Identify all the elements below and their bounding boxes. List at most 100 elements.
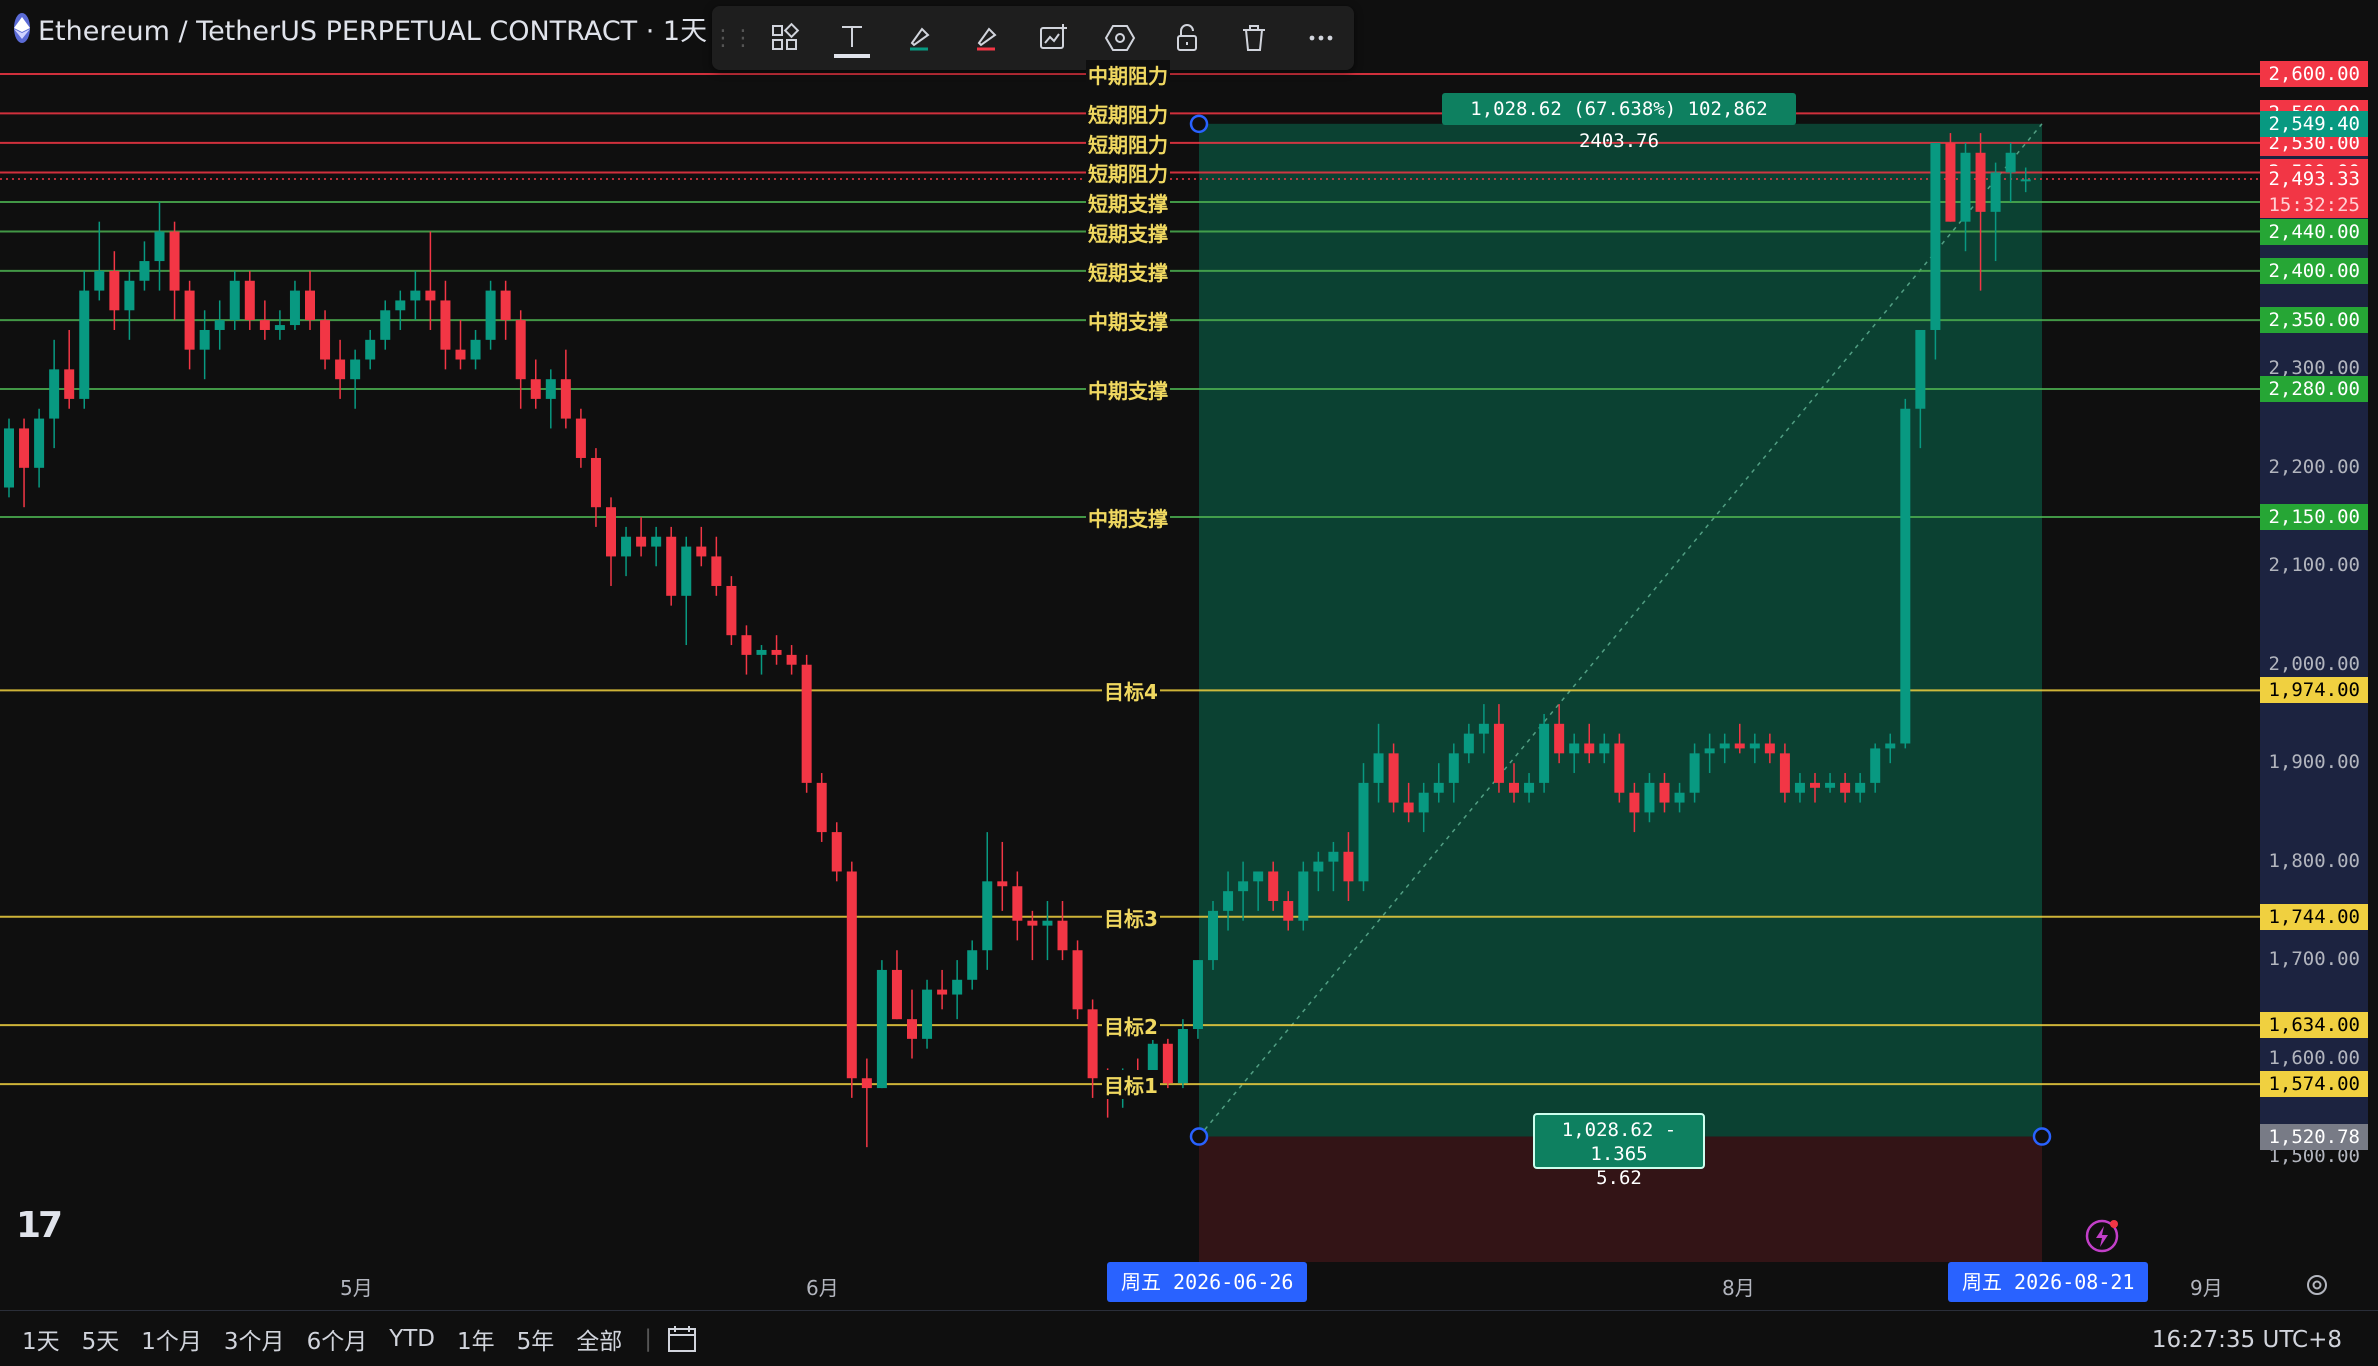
candle-body [1584, 743, 1595, 754]
candle-body [1418, 792, 1429, 813]
measure-bottom-line2: 5.62 [1596, 1167, 1642, 1189]
brush-up-icon[interactable] [886, 6, 953, 70]
level-label-12: 目标2 [1102, 1011, 1160, 1041]
candle-body [1764, 743, 1775, 754]
candle-body [289, 290, 300, 326]
candle-body [154, 231, 165, 262]
level-price-tag: 1,974.00 [2260, 677, 2368, 704]
clock[interactable]: 16:27:35 UTC+8 [2152, 1327, 2342, 1353]
extra-price-tag: 2,549.40 [2260, 110, 2368, 137]
candle-body [380, 310, 391, 340]
candle-body [786, 654, 797, 665]
range-3m[interactable]: 3个月 [224, 1322, 285, 1356]
range-1m[interactable]: 1个月 [141, 1322, 202, 1356]
range-6m[interactable]: 6个月 [307, 1322, 368, 1356]
candle-body [816, 782, 827, 833]
candle-body [1524, 782, 1535, 793]
candle-body [560, 379, 571, 419]
candle-body [1403, 802, 1414, 813]
candle-body [1328, 851, 1339, 862]
range-5y[interactable]: 5年 [517, 1322, 555, 1356]
candle-body [425, 290, 436, 301]
trash-icon[interactable] [1220, 6, 1287, 70]
candle-body [470, 339, 481, 360]
candle-body [1087, 1009, 1098, 1079]
level-label-5: 短期支撑 [1086, 217, 1170, 247]
level-label-3: 短期阻力 [1086, 158, 1170, 188]
candlestick-chart[interactable] [0, 0, 2378, 1365]
axis-settings-icon[interactable] [2302, 1270, 2332, 1300]
range-ytd[interactable]: YTD [389, 1326, 435, 1352]
candle-body [876, 969, 887, 1089]
time-label-jun: 6月 [806, 1276, 839, 1300]
range-5d[interactable]: 5天 [82, 1322, 120, 1356]
level-label-7: 中期支撑 [1086, 306, 1170, 336]
measure-handle-1 [1189, 1127, 1209, 1146]
extra-price-tag: 1,520.78 [2260, 1123, 2368, 1150]
lightning-icon[interactable] [2084, 1218, 2120, 1254]
candle-body [64, 369, 75, 399]
drawing-toolbar: ⋮⋮ [712, 6, 1354, 70]
date-range-icon[interactable] [666, 1324, 698, 1354]
candle-body [109, 270, 120, 311]
level-label-4: 短期支撑 [1086, 187, 1170, 217]
range-1y[interactable]: 1年 [457, 1322, 495, 1356]
candle-body [636, 536, 647, 547]
text-icon[interactable] [819, 6, 886, 70]
candle-body [756, 649, 767, 655]
level-label-13: 目标1 [1102, 1070, 1160, 1100]
candle-body [305, 290, 315, 321]
range-all[interactable]: 全部 [576, 1322, 622, 1356]
candle-body [1554, 723, 1565, 754]
chart-area[interactable] [0, 0, 2378, 1365]
candle-body [771, 649, 782, 655]
price-tick: 1,700.00 [2268, 948, 2360, 971]
candle-body [34, 418, 45, 468]
level-price-tag: 1,744.00 [2260, 903, 2368, 930]
candle-body [1208, 910, 1218, 961]
candle-body [1072, 950, 1083, 1010]
more-icon[interactable] [1287, 6, 1354, 70]
candle-body [1855, 782, 1866, 793]
candle-body [711, 556, 722, 586]
ethereum-icon [14, 13, 30, 43]
candle-body [1057, 920, 1068, 951]
tradingview-logo[interactable]: 17 [16, 1205, 63, 1246]
candle-body [1253, 871, 1264, 882]
candle-body [1042, 920, 1053, 926]
candle-body [1313, 861, 1324, 872]
drag-handle-icon[interactable]: ⋮⋮ [712, 26, 754, 51]
candle-body [1599, 743, 1610, 754]
candle-body [94, 270, 105, 291]
candle-body [1358, 782, 1369, 882]
measure-bottom-label: 1,028.62 - 1.365 5.62 [1533, 1113, 1705, 1189]
symbol-header[interactable]: Ethereum / TetherUS PERPETUAL CONTRACT ·… [14, 8, 714, 48]
candle-body [1238, 881, 1249, 892]
add-alert-icon[interactable] [1020, 6, 1087, 70]
candle-body [1840, 782, 1851, 793]
candle-body [229, 280, 240, 321]
time-axis[interactable]: 5月 6月 周五 2026-06-26 8月 周五 2026-08-21 9月 [0, 1262, 2260, 1306]
level-price-tag: 2,350.00 [2260, 307, 2368, 334]
level-price-tag: 2,400.00 [2260, 257, 2368, 284]
price-axis[interactable]: 2,300.00 2,200.00 2,100.00 2,000.00 1,900.00… [2260, 0, 2368, 1262]
brush-down-icon[interactable] [953, 6, 1020, 70]
candle-body [1614, 743, 1625, 793]
candle-body [1870, 748, 1881, 783]
candle-body [1027, 920, 1038, 926]
price-tick: 2,000.00 [2268, 652, 2360, 675]
level-price-tag: 2,280.00 [2260, 376, 2368, 403]
candle-body [651, 536, 662, 547]
level-label-9: 中期支撑 [1086, 503, 1170, 533]
candle-body [1478, 723, 1489, 734]
candle-body [530, 379, 541, 399]
candle-body [907, 1019, 917, 1039]
range-1d[interactable]: 1天 [22, 1322, 60, 1356]
layout-icon[interactable] [752, 6, 819, 70]
candle-body [2005, 152, 2016, 173]
candle-body [1749, 743, 1760, 749]
candle-body [1509, 782, 1519, 793]
countdown-tag: 15:32:25 [2260, 192, 2368, 219]
candle-body [1177, 1029, 1188, 1084]
candle-body [214, 320, 225, 330]
